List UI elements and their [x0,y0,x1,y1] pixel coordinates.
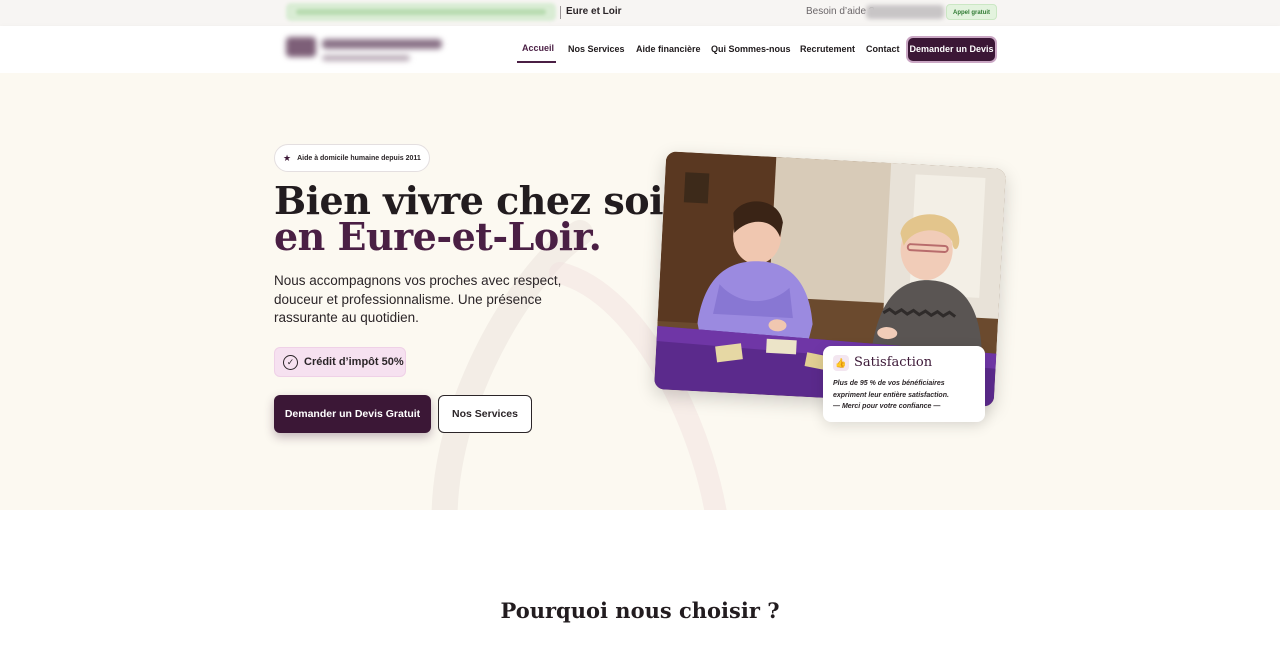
free-quote-button[interactable]: Demander un Devis Gratuit [274,395,431,433]
hero-title-line2: en Eure-et-Loir. [274,214,602,259]
satisfaction-card: 👍 Satisfaction Plus de 95 % de vos bénéf… [823,346,985,422]
services-button[interactable]: Nos Services [438,395,532,433]
satisfaction-title: Satisfaction [854,355,933,370]
divider [560,6,561,19]
check-circle-icon: ✓ [283,354,298,370]
nav-item-recrutement[interactable]: Recrutement [800,44,855,54]
nav-item-contact[interactable]: Contact [866,44,900,54]
hero-lead: Nous accompagnons vos proches avec respe… [274,273,562,325]
tax-credit-label: Crédit d’impôt 50% [304,356,404,368]
help-text: Besoin d’aide ? [806,6,875,17]
badge-label: Aide à domicile humaine depuis 2011 [297,154,421,162]
free-call-badge: Appel gratuit [946,4,997,20]
tax-credit-badge: ✓ Crédit d’impôt 50% [274,347,406,377]
blurred-top-link[interactable] [286,3,556,21]
request-quote-button[interactable]: Demander un Devis [908,38,995,61]
region-label: Eure et Loir [566,6,622,17]
satisfaction-line3: — Merci pour votre confiance — [833,403,941,410]
blurred-phone-number[interactable] [866,5,944,19]
nav-item-nos-services[interactable]: Nos Services [568,44,625,54]
hero-section [0,73,1280,510]
top-bar: Eure et Loir Besoin d’aide ? Appel gratu… [0,0,1280,26]
main-nav: Accueil Nos Services Aide financière Qui… [0,26,1280,73]
satisfaction-line1: Plus de 95 % de vos bénéficiaires [833,380,945,387]
since-2011-badge: ★ Aide à domicile humaine depuis 2011 [274,144,430,172]
why-choose-us-title: Pourquoi nous choisir ? [500,598,780,623]
nav-item-qui-sommes-nous[interactable]: Qui Sommes-nous [711,44,791,54]
satisfaction-line2: expriment leur entière satisfaction. [833,391,949,399]
star-icon: ★ [283,152,292,163]
satisfaction-text: Plus de 95 % de vos bénéficiaires exprim… [833,378,979,413]
thumbs-up-icon: 👍 [833,355,849,371]
nav-item-aide-financiere[interactable]: Aide financière [636,44,701,54]
nav-item-accueil[interactable]: Accueil [522,43,554,53]
active-nav-indicator [517,61,556,63]
